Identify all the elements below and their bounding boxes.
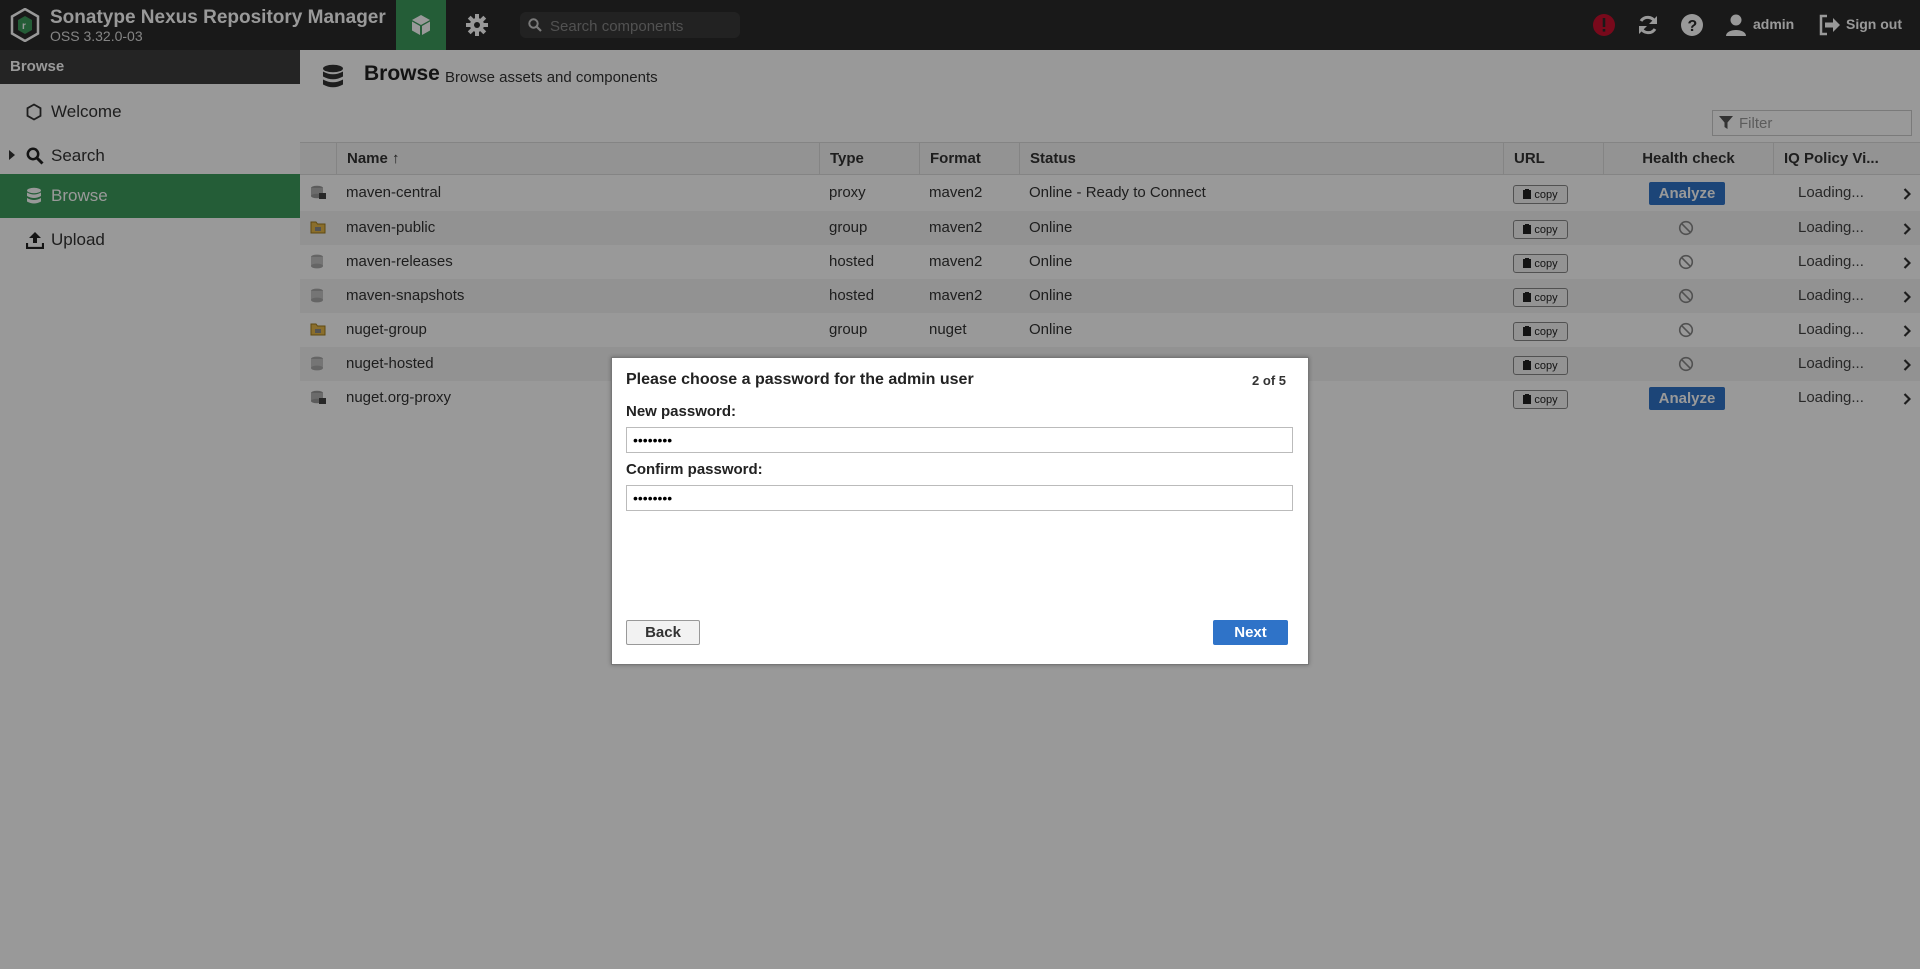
- confirm-password-field[interactable]: [626, 485, 1293, 511]
- new-password-label: New password:: [626, 403, 737, 420]
- dialog-step-indicator: 2 of 5: [1252, 373, 1286, 388]
- back-button[interactable]: Back: [626, 620, 700, 645]
- next-button[interactable]: Next: [1213, 620, 1288, 645]
- new-password-field[interactable]: [626, 427, 1293, 453]
- setup-wizard-dialog: Please choose a password for the admin u…: [611, 357, 1309, 665]
- dialog-title: Please choose a password for the admin u…: [626, 371, 974, 388]
- confirm-password-label: Confirm password:: [626, 461, 763, 478]
